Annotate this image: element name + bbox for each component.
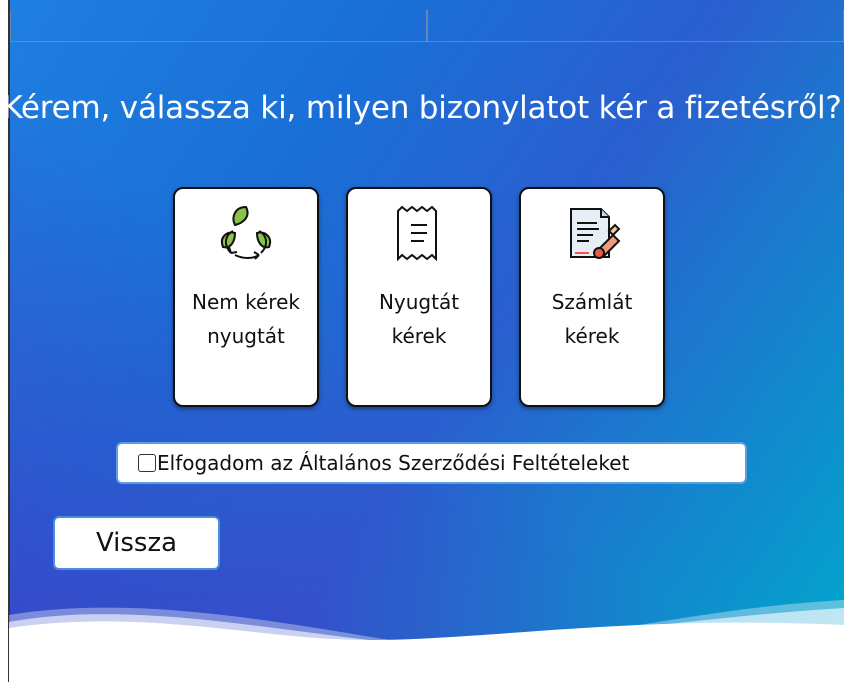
invoice-button[interactable]: Számlát kérek bbox=[519, 187, 665, 407]
invoice-label-line2: kérek bbox=[564, 324, 620, 348]
receipt-label-line1: Nyugtát bbox=[378, 290, 460, 314]
receipt-icon bbox=[348, 201, 490, 267]
decorative-wave bbox=[9, 600, 844, 682]
receipt-label-line2: kérek bbox=[391, 324, 447, 348]
receipt-label: Nyugtát kérek bbox=[348, 285, 490, 353]
invoice-label-line1: Számlát bbox=[551, 290, 633, 314]
terms-checkbox[interactable] bbox=[138, 454, 156, 472]
no-receipt-label-line1: Nem kérek bbox=[192, 290, 300, 314]
no-receipt-button[interactable]: Nem kérek nyugtát bbox=[173, 187, 319, 407]
top-bar-cell-left bbox=[10, 10, 427, 42]
invoice-label: Számlát kérek bbox=[521, 285, 663, 353]
top-bar bbox=[10, 10, 844, 42]
terms-checkbox-row[interactable]: Elfogadom az Általános Szerződési Feltét… bbox=[116, 442, 747, 484]
page-title: Kérem, válassza ki, milyen bizonylatot k… bbox=[2, 90, 842, 126]
invoice-icon bbox=[521, 201, 663, 267]
back-button[interactable]: Vissza bbox=[53, 516, 220, 570]
recycle-icon bbox=[175, 201, 317, 267]
terms-label: Elfogadom az Általános Szerződési Feltét… bbox=[157, 451, 630, 475]
receipt-button[interactable]: Nyugtát kérek bbox=[346, 187, 492, 407]
no-receipt-label-line2: nyugtát bbox=[207, 324, 285, 348]
top-bar-cell-right bbox=[427, 10, 844, 42]
no-receipt-label: Nem kérek nyugtát bbox=[175, 285, 317, 353]
